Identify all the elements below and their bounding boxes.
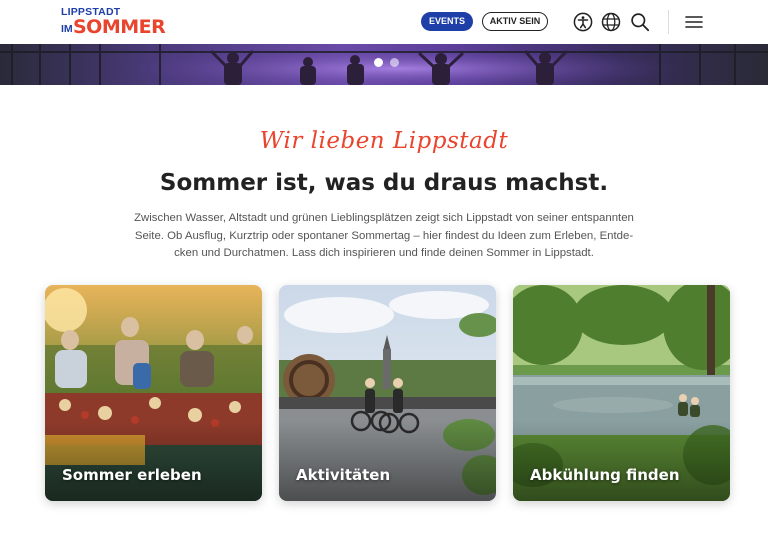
menu-icon[interactable] bbox=[684, 12, 704, 32]
slider-dot-2[interactable] bbox=[390, 58, 399, 67]
hero-image bbox=[0, 44, 768, 85]
accessibility-icon[interactable] bbox=[573, 12, 593, 32]
card-gradient bbox=[45, 421, 262, 501]
header-divider bbox=[668, 10, 669, 34]
logo-line-sommer: SOMMER bbox=[73, 16, 166, 38]
search-icon[interactable] bbox=[630, 12, 650, 32]
card-sommer-erleben[interactable]: Sommer erleben bbox=[45, 285, 262, 501]
script-title: Wir lieben Lippstadt bbox=[259, 128, 509, 154]
hero-slider[interactable] bbox=[0, 44, 768, 85]
card-title: Aktivitäten bbox=[296, 466, 391, 484]
card-title: Abkühlung finden bbox=[530, 466, 680, 484]
site-header: LIPPSTADT IM SOMMER EVENTS AKTIV SEIN bbox=[0, 0, 768, 44]
intro-line: Zwischen Wasser, Altstadt und grünen Lie… bbox=[134, 212, 634, 224]
card-aktivitaeten[interactable]: Aktivitäten bbox=[279, 285, 496, 501]
site-logo[interactable]: LIPPSTADT IM SOMMER bbox=[61, 6, 166, 40]
events-button[interactable]: EVENTS bbox=[421, 12, 473, 31]
card-abkuehlung-finden[interactable]: Abkühlung finden bbox=[513, 285, 730, 501]
logo-line-im: IM bbox=[61, 23, 73, 35]
intro-line: cken und Durchatmen. Lass dich inspirier… bbox=[174, 247, 594, 259]
card-gradient bbox=[279, 421, 496, 501]
slider-dot-1[interactable] bbox=[374, 58, 383, 67]
card-title: Sommer erleben bbox=[62, 466, 202, 484]
intro-text: Zwischen Wasser, Altstadt und grünen Lie… bbox=[128, 210, 640, 263]
aktiv-sein-button[interactable]: AKTIV SEIN bbox=[482, 12, 548, 31]
card-gradient bbox=[513, 421, 730, 501]
intro-line: Seite. Ob Ausflug, Kurztrip oder spontan… bbox=[134, 229, 634, 242]
globe-icon[interactable] bbox=[601, 12, 621, 32]
page-headline: Sommer ist, was du draus machst. bbox=[159, 170, 609, 196]
